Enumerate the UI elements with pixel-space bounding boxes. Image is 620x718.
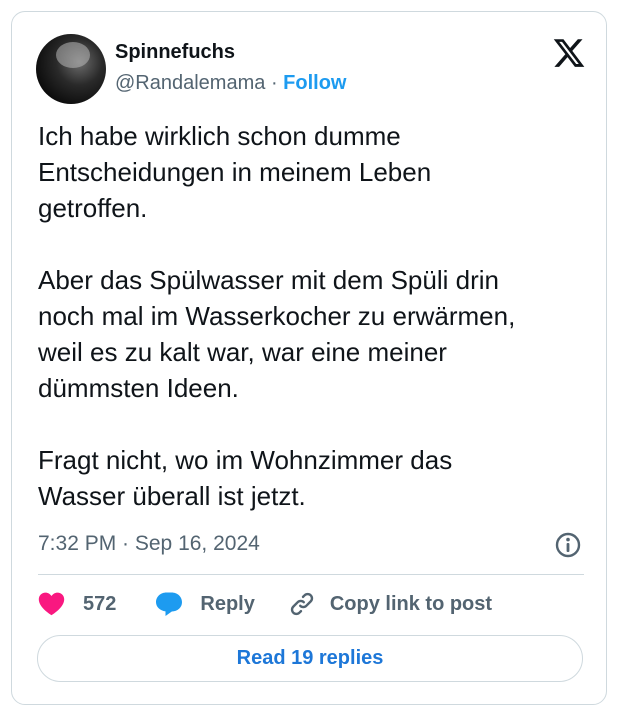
read-replies-label: Read 19 replies [236,647,384,669]
speech-bubble-icon [156,592,183,616]
reply-button[interactable]: Reply [155,591,255,617]
copy-link-label: Copy link to post [329,592,493,615]
like-count: 572 [83,592,117,615]
handle-separator: · [270,72,278,94]
tweet-card: Spinnefuchs @Randalemama · Follow Ich ha… [11,11,607,705]
author-handle-row: @Randalemama · Follow [115,71,347,95]
info-icon[interactable] [554,531,582,559]
read-replies-button[interactable]: Read 19 replies [37,635,583,682]
reply-label: Reply [200,592,255,615]
copy-link-button[interactable]: Copy link to post [289,591,492,617]
x-logo-icon[interactable] [551,36,587,70]
action-bar: 572 Reply Copy link to post [38,588,584,620]
link-icon [290,592,313,616]
follow-link[interactable]: Follow [283,72,346,94]
avatar[interactable] [36,34,106,104]
timestamp[interactable]: 7:32 PM · Sep 16, 2024 [38,531,260,557]
heart-icon [38,592,65,616]
divider [38,574,584,575]
author-handle[interactable]: @Randalemama [115,72,265,94]
author-name[interactable]: Spinnefuchs [115,40,235,64]
like-button[interactable]: 572 [38,592,116,616]
tweet-text: Ich habe wirklich schon dumme Entscheidu… [38,121,516,511]
